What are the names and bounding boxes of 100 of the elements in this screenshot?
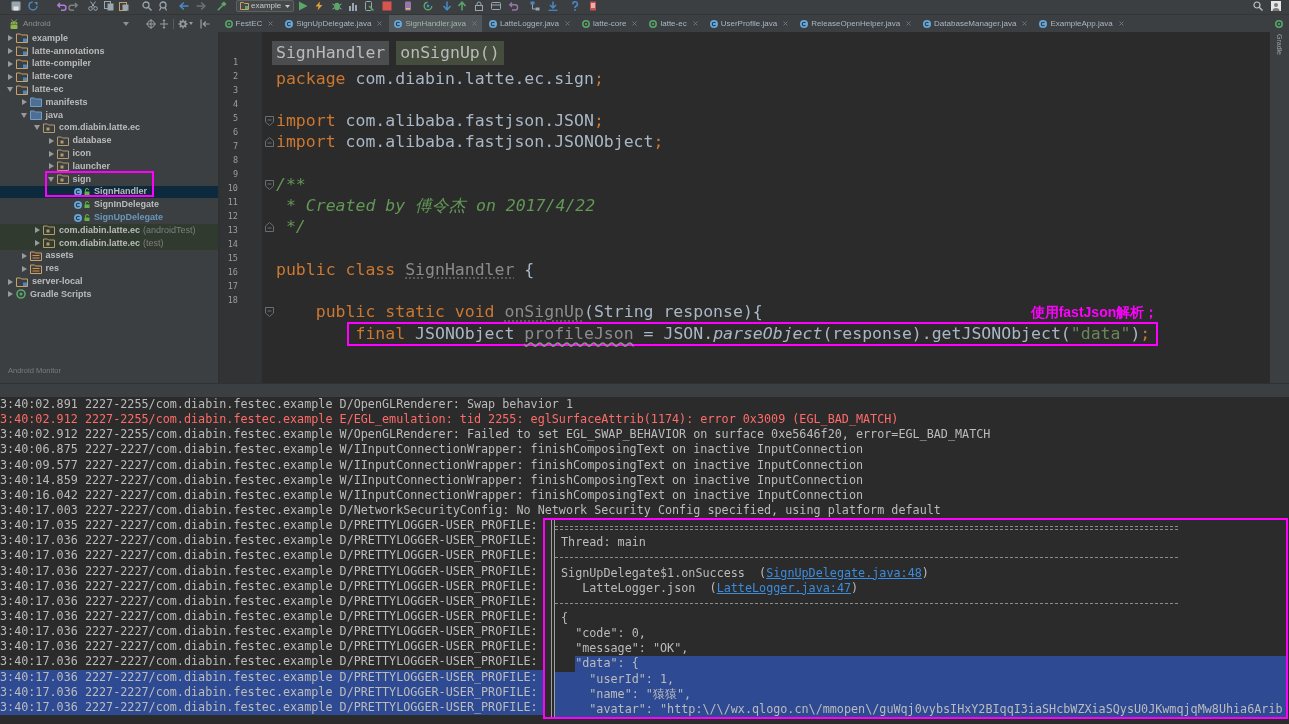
- right-arrow-icon[interactable]: [196, 1, 206, 11]
- caret-right-icon[interactable]: [21, 99, 27, 106]
- editor-tab[interactable]: LatteLogger.java: [483, 15, 576, 32]
- caret-right-icon[interactable]: [48, 137, 54, 144]
- breadcrumb[interactable]: onSignUp(): [396, 41, 504, 65]
- caret-icon[interactable]: [122, 21, 129, 26]
- editor-tab[interactable]: SignUpDelegate.java: [280, 15, 388, 32]
- redo-icon[interactable]: [68, 1, 78, 11]
- bars-icon[interactable]: [348, 1, 359, 11]
- editor-tab[interactable]: FestEC: [219, 15, 279, 32]
- caret-right-icon[interactable]: [8, 291, 13, 298]
- editor-tab[interactable]: SignHandler.java: [389, 15, 482, 32]
- close-icon[interactable]: [906, 21, 912, 26]
- close-icon[interactable]: [268, 21, 274, 26]
- editor-tab[interactable]: ExampleApp.java: [1034, 15, 1129, 32]
- down-arrow-icon[interactable]: [442, 1, 453, 11]
- tree-item[interactable]: res: [28, 262, 59, 276]
- view-selector[interactable]: Android: [9, 16, 51, 31]
- search-icon[interactable]: [142, 1, 152, 11]
- editor-tab[interactable]: latte-core: [577, 15, 643, 32]
- tree-item[interactable]: manifests: [28, 96, 88, 109]
- tree-item[interactable]: sign: [55, 172, 91, 186]
- tree-item[interactable]: com.diabin.latte.ec (androidTest): [42, 223, 196, 237]
- save-icon[interactable]: [11, 1, 21, 11]
- close-icon[interactable]: [632, 21, 638, 26]
- tree-item[interactable]: database: [55, 134, 112, 148]
- fold-marker-icon[interactable]: [264, 137, 274, 148]
- close-icon[interactable]: [692, 21, 698, 26]
- search-icon[interactable]: [1253, 1, 1263, 11]
- help-icon[interactable]: [570, 1, 581, 11]
- sync-icon[interactable]: [28, 1, 38, 11]
- fold-marker-icon[interactable]: [264, 307, 274, 318]
- tree-item[interactable]: java: [28, 108, 64, 122]
- tree-item[interactable]: assets: [28, 249, 74, 263]
- caret-right-icon[interactable]: [35, 240, 40, 247]
- curved-arrow-icon[interactable]: [509, 1, 520, 11]
- caret-down-icon[interactable]: [20, 112, 27, 118]
- tree-item[interactable]: SignInDelegate: [73, 198, 159, 212]
- tree-item[interactable]: com.diabin.latte.ec (test): [42, 236, 164, 250]
- tree-item[interactable]: launcher: [55, 159, 110, 173]
- close-icon[interactable]: [377, 21, 383, 26]
- undo-icon[interactable]: [57, 1, 67, 11]
- close-icon[interactable]: [565, 21, 571, 26]
- run-config-dropdown[interactable]: example: [236, 0, 295, 12]
- tree-item[interactable]: example: [15, 32, 69, 45]
- refresh-icon[interactable]: [423, 1, 434, 11]
- caret-right-icon[interactable]: [8, 48, 13, 55]
- caret-right-icon[interactable]: [48, 150, 54, 157]
- tree-item[interactable]: latte-ec: [15, 83, 64, 96]
- caret-right-icon[interactable]: [8, 35, 13, 42]
- device-icon[interactable]: [588, 1, 599, 11]
- tree-item[interactable]: server-local: [15, 275, 83, 288]
- close-icon[interactable]: [783, 21, 789, 26]
- link[interactable]: SignUpDelegate.java:48: [766, 565, 922, 580]
- tree-item[interactable]: latte-compiler: [15, 57, 91, 71]
- caret-right-icon[interactable]: [8, 61, 13, 67]
- tree-item[interactable]: com.diabin.latte.ec: [42, 121, 141, 135]
- link[interactable]: LatteLogger.java:47: [716, 580, 852, 595]
- fold-marker-icon[interactable]: [264, 179, 274, 190]
- caret-right-icon[interactable]: [48, 163, 54, 170]
- move-arrows-icon[interactable]: [158, 18, 169, 29]
- stop-icon[interactable]: [382, 1, 393, 11]
- ring-icon[interactable]: [1275, 19, 1283, 28]
- phone-icon[interactable]: [403, 1, 414, 11]
- tree-item[interactable]: latte-annotations: [15, 44, 105, 58]
- editor-tab[interactable]: DatabaseManager.java: [918, 15, 1033, 32]
- editor-tab[interactable]: latte-ec: [644, 15, 703, 32]
- play-icon[interactable]: [298, 1, 309, 11]
- left-arrow-icon[interactable]: [179, 1, 189, 11]
- hammer-icon[interactable]: [217, 1, 227, 11]
- tree-item[interactable]: SignUpDelegate: [73, 211, 163, 224]
- caret-right-icon[interactable]: [8, 278, 13, 285]
- bug-icon[interactable]: [332, 1, 343, 11]
- padlock-icon[interactable]: [474, 1, 485, 11]
- ribbon-icon[interactable]: [158, 1, 168, 11]
- caret-icon[interactable]: [188, 22, 193, 25]
- up-arrow-icon[interactable]: [457, 1, 468, 11]
- download-icon[interactable]: [548, 1, 559, 11]
- editor-tab[interactable]: ReleaseOpenHelper.java: [795, 15, 917, 32]
- caret-right-icon[interactable]: [21, 252, 27, 259]
- breadcrumb[interactable]: SignHandler: [272, 41, 390, 65]
- fold-marker-icon[interactable]: [264, 222, 274, 233]
- tree-item[interactable]: Gradle Scripts: [15, 287, 92, 301]
- caret-down-icon[interactable]: [7, 87, 13, 93]
- caret-down-icon[interactable]: [34, 125, 40, 131]
- copy-icon[interactable]: [104, 1, 114, 11]
- close-icon[interactable]: [1118, 21, 1124, 26]
- editor-tab[interactable]: UserProfile.java: [704, 15, 794, 32]
- tree-item[interactable]: latte-core: [15, 70, 73, 84]
- caret-down-icon[interactable]: [47, 176, 54, 182]
- tree-item[interactable]: SignHandler: [73, 185, 147, 199]
- bar-arrow-icon[interactable]: [199, 18, 210, 29]
- fold-marker-icon[interactable]: [264, 116, 274, 127]
- crosshair-icon[interactable]: [145, 18, 156, 29]
- settings-icon[interactable]: [177, 18, 188, 29]
- user-icon[interactable]: [1271, 1, 1281, 11]
- tree-item[interactable]: icon: [55, 147, 91, 160]
- clipboard-icon[interactable]: [119, 1, 129, 11]
- window-icon[interactable]: [491, 1, 502, 11]
- caret-right-icon[interactable]: [21, 265, 27, 272]
